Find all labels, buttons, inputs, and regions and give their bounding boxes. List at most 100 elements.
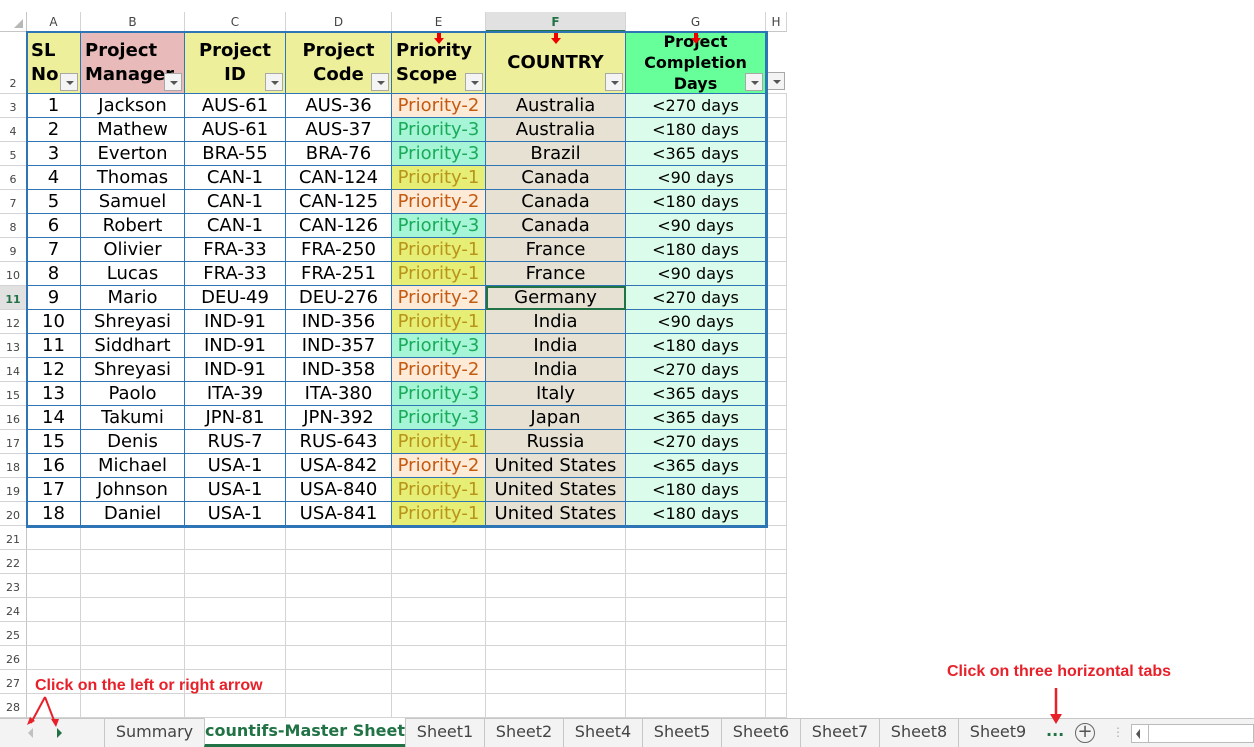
cell-E21[interactable] — [392, 526, 486, 550]
cell-C14[interactable]: IND-91 — [185, 358, 286, 382]
sheet-tab-countifs-master-sheet[interactable]: countifs-Master Sheet — [204, 718, 405, 747]
cell-E25[interactable] — [392, 622, 486, 646]
cell-B3[interactable]: Jackson — [81, 94, 185, 118]
row-header-2[interactable]: 2 — [0, 32, 27, 94]
filter-dropdown-icon[interactable] — [164, 73, 182, 91]
sheet-tab-sheet5[interactable]: Sheet5 — [642, 719, 721, 747]
cell-F4[interactable]: Australia — [486, 118, 626, 142]
cell-D11[interactable]: DEU-276 — [286, 286, 392, 310]
cell-G23[interactable] — [626, 574, 766, 598]
cell-A8[interactable]: 6 — [27, 214, 81, 238]
row-header-21[interactable]: 21 — [0, 526, 27, 550]
sheet-tab-sheet1[interactable]: Sheet1 — [405, 719, 484, 747]
cell-B18[interactable]: Michael — [81, 454, 185, 478]
cell-C4[interactable]: AUS-61 — [185, 118, 286, 142]
cell-B26[interactable] — [81, 646, 185, 670]
cell-A18[interactable]: 16 — [27, 454, 81, 478]
cell-H10[interactable] — [766, 262, 787, 286]
cell-F15[interactable]: Italy — [486, 382, 626, 406]
column-header-E[interactable]: E — [392, 12, 486, 32]
cell-A17[interactable]: 15 — [27, 430, 81, 454]
cell-C22[interactable] — [185, 550, 286, 574]
row-header-3[interactable]: 3 — [0, 94, 27, 118]
row-header-28[interactable]: 28 — [0, 694, 27, 718]
cell-G3[interactable]: <270 days — [626, 94, 766, 118]
scroll-left-icon[interactable] — [1136, 729, 1140, 739]
cell-D22[interactable] — [286, 550, 392, 574]
cell-E5[interactable]: Priority-3 — [392, 142, 486, 166]
cell-G11[interactable]: <270 days — [626, 286, 766, 310]
cell-H11[interactable] — [766, 286, 787, 310]
cell-F10[interactable]: France — [486, 262, 626, 286]
column-header-F[interactable]: F — [486, 12, 626, 32]
cell-H27[interactable] — [766, 670, 787, 694]
cell-B16[interactable]: Takumi — [81, 406, 185, 430]
row-header-4[interactable]: 4 — [0, 118, 27, 142]
cell-F28[interactable] — [486, 694, 626, 718]
cell-H26[interactable] — [766, 646, 787, 670]
cell-A25[interactable] — [27, 622, 81, 646]
cell-B14[interactable]: Shreyasi — [81, 358, 185, 382]
filter-dropdown-icon[interactable] — [265, 73, 283, 91]
cell-D7[interactable]: CAN-125 — [286, 190, 392, 214]
cell-D18[interactable]: USA-842 — [286, 454, 392, 478]
cell-B28[interactable] — [81, 694, 185, 718]
row-header-18[interactable]: 18 — [0, 454, 27, 478]
cell-G10[interactable]: <90 days — [626, 262, 766, 286]
cell-H4[interactable] — [766, 118, 787, 142]
cell-G7[interactable]: <180 days — [626, 190, 766, 214]
cell-G13[interactable]: <180 days — [626, 334, 766, 358]
cell-D5[interactable]: BRA-76 — [286, 142, 392, 166]
cell-F24[interactable] — [486, 598, 626, 622]
cell-B13[interactable]: Siddhart — [81, 334, 185, 358]
cell-F25[interactable] — [486, 622, 626, 646]
cell-A6[interactable]: 4 — [27, 166, 81, 190]
cell-B5[interactable]: Everton — [81, 142, 185, 166]
cell-B22[interactable] — [81, 550, 185, 574]
row-header-15[interactable]: 15 — [0, 382, 27, 406]
cell-G19[interactable]: <180 days — [626, 478, 766, 502]
cell-E18[interactable]: Priority-2 — [392, 454, 486, 478]
cell-H24[interactable] — [766, 598, 787, 622]
cell-C17[interactable]: RUS-7 — [185, 430, 286, 454]
row-header-12[interactable]: 12 — [0, 310, 27, 334]
cell-H18[interactable] — [766, 454, 787, 478]
cell-B4[interactable]: Mathew — [81, 118, 185, 142]
cell-D9[interactable]: FRA-250 — [286, 238, 392, 262]
cell-G17[interactable]: <270 days — [626, 430, 766, 454]
row-header-14[interactable]: 14 — [0, 358, 27, 382]
cell-F13[interactable]: India — [486, 334, 626, 358]
filter-dropdown-icon[interactable] — [371, 73, 389, 91]
sheet-tab-sheet4[interactable]: Sheet4 — [563, 719, 642, 747]
cell-F7[interactable]: Canada — [486, 190, 626, 214]
cell-E9[interactable]: Priority-1 — [392, 238, 486, 262]
cell-B23[interactable] — [81, 574, 185, 598]
cell-E7[interactable]: Priority-2 — [392, 190, 486, 214]
cell-B6[interactable]: Thomas — [81, 166, 185, 190]
cell-G26[interactable] — [626, 646, 766, 670]
cell-D24[interactable] — [286, 598, 392, 622]
cell-D16[interactable]: JPN-392 — [286, 406, 392, 430]
filter-dropdown-icon[interactable] — [60, 73, 78, 91]
cell-E15[interactable]: Priority-3 — [392, 382, 486, 406]
cell-B19[interactable]: Johnson — [81, 478, 185, 502]
cell-E6[interactable]: Priority-1 — [392, 166, 486, 190]
cell-A12[interactable]: 10 — [27, 310, 81, 334]
cell-C28[interactable] — [185, 694, 286, 718]
cell-E17[interactable]: Priority-1 — [392, 430, 486, 454]
cell-H15[interactable] — [766, 382, 787, 406]
splitter-handle[interactable]: ⋮ — [1112, 725, 1124, 739]
cell-H5[interactable] — [766, 142, 787, 166]
cell-F18[interactable]: United States — [486, 454, 626, 478]
cell-A7[interactable]: 5 — [27, 190, 81, 214]
cell-H28[interactable] — [766, 694, 787, 718]
cell-G25[interactable] — [626, 622, 766, 646]
cell-A11[interactable]: 9 — [27, 286, 81, 310]
cell-H12[interactable] — [766, 310, 787, 334]
cell-G9[interactable]: <180 days — [626, 238, 766, 262]
row-header-7[interactable]: 7 — [0, 190, 27, 214]
column-header-B[interactable]: B — [81, 12, 185, 32]
cell-C7[interactable]: CAN-1 — [185, 190, 286, 214]
cell-C18[interactable]: USA-1 — [185, 454, 286, 478]
cell-D4[interactable]: AUS-37 — [286, 118, 392, 142]
